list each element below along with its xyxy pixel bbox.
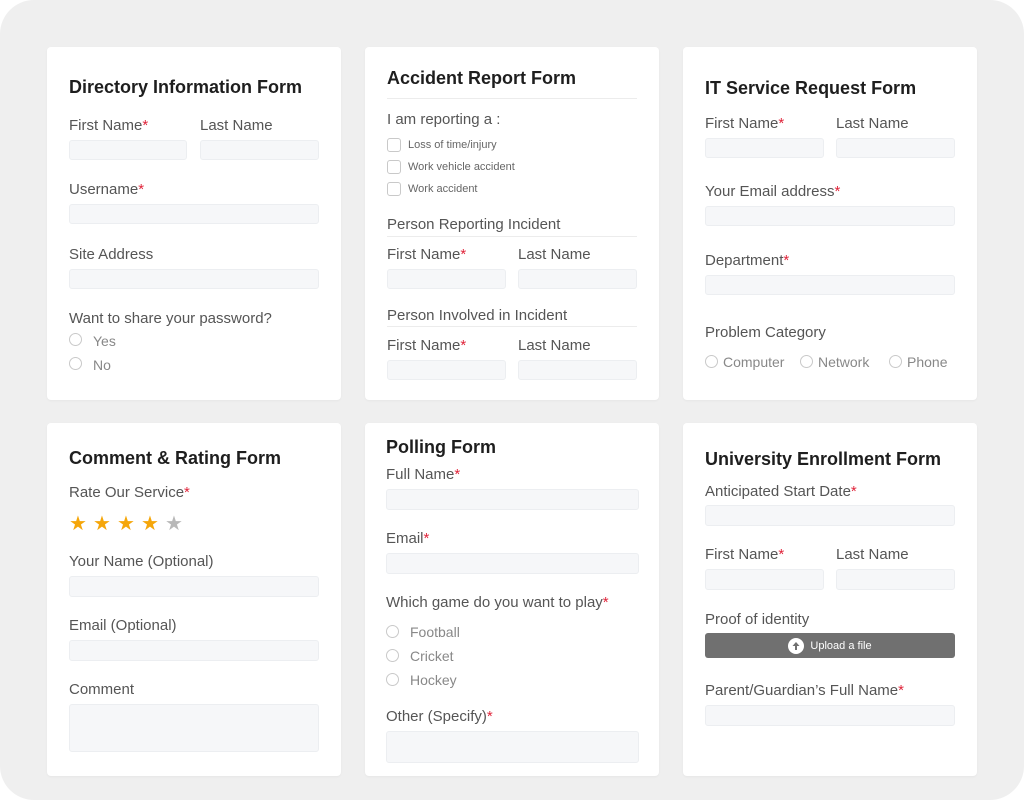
yes-radio[interactable] xyxy=(69,333,82,346)
form-title: Accident Report Form xyxy=(387,68,577,88)
form-title: Polling Form xyxy=(386,437,496,457)
reporter-last-name-label: Last Name xyxy=(518,246,591,263)
first-name-input[interactable] xyxy=(705,138,824,158)
upload-file-button[interactable]: Upload a file xyxy=(705,633,955,658)
your-name-input[interactable] xyxy=(69,576,319,597)
last-name-label: Last Name xyxy=(200,117,273,134)
yes-label: Yes xyxy=(93,333,116,349)
involved-section-heading: Person Involved in Incident xyxy=(387,307,568,324)
title-divider xyxy=(387,98,637,99)
page-background: Directory Information Form First Name* L… xyxy=(0,0,1024,800)
form-title: University Enrollment Form xyxy=(705,449,942,469)
username-input[interactable] xyxy=(69,204,319,224)
reporter-first-name-input[interactable] xyxy=(387,269,506,289)
involved-last-name-input[interactable] xyxy=(518,360,637,380)
guardian-name-input[interactable] xyxy=(705,705,955,726)
last-name-input[interactable] xyxy=(836,138,955,158)
star-rating[interactable]: ★ ★ ★ ★ ★ xyxy=(69,514,189,536)
username-label: Username* xyxy=(69,181,145,198)
work-vehicle-checkbox[interactable] xyxy=(387,160,401,174)
involved-first-name-label: First Name* xyxy=(387,337,467,354)
full-name-label: Full Name* xyxy=(386,466,461,483)
loss-of-time-checkbox[interactable] xyxy=(387,138,401,152)
directory-information-form: Directory Information Form First Name* L… xyxy=(47,47,341,400)
email-input[interactable] xyxy=(705,206,955,226)
last-name-input[interactable] xyxy=(836,569,955,590)
first-name-input[interactable] xyxy=(69,140,187,160)
star-icon[interactable]: ★ xyxy=(69,514,87,534)
comment-textarea[interactable] xyxy=(69,704,319,752)
accident-report-form: Accident Report Form I am reporting a : … xyxy=(365,47,659,400)
first-name-label: First Name* xyxy=(705,546,785,563)
computer-label: Computer xyxy=(723,354,785,370)
last-name-label: Last Name xyxy=(836,546,909,563)
game-question-label: Which game do you want to play* xyxy=(386,594,609,611)
first-name-input[interactable] xyxy=(705,569,824,590)
other-label: Other (Specify)* xyxy=(386,708,493,725)
site-address-input[interactable] xyxy=(69,269,319,289)
reporter-last-name-input[interactable] xyxy=(518,269,637,289)
form-title: Directory Information Form xyxy=(69,77,303,97)
star-icon[interactable]: ★ xyxy=(141,514,159,534)
comment-rating-form: Comment & Rating Form Rate Our Service* … xyxy=(47,423,341,776)
email-label: Email (Optional) xyxy=(69,617,177,634)
involved-last-name-label: Last Name xyxy=(518,337,591,354)
loss-of-time-label: Loss of time/injury xyxy=(408,139,497,151)
share-password-label: Want to share your password? xyxy=(69,310,272,327)
first-name-label: First Name* xyxy=(705,115,785,132)
section-divider xyxy=(387,236,637,237)
hockey-label: Hockey xyxy=(410,672,457,688)
other-input[interactable] xyxy=(386,731,639,763)
cricket-label: Cricket xyxy=(410,648,454,664)
upload-button-label: Upload a file xyxy=(810,639,872,652)
last-name-input[interactable] xyxy=(200,140,319,160)
reporter-first-name-label: First Name* xyxy=(387,246,467,263)
reporting-label: I am reporting a : xyxy=(387,111,501,128)
network-radio[interactable] xyxy=(800,355,813,368)
email-input[interactable] xyxy=(386,553,639,574)
guardian-name-label: Parent/Guardian’s Full Name* xyxy=(705,682,904,699)
cloud-upload-icon xyxy=(788,637,805,654)
your-name-label: Your Name (Optional) xyxy=(69,553,214,570)
it-service-request-form: IT Service Request Form First Name* Last… xyxy=(683,47,977,400)
computer-radio[interactable] xyxy=(705,355,718,368)
work-vehicle-label: Work vehicle accident xyxy=(408,161,515,173)
start-date-input[interactable] xyxy=(705,505,955,526)
comment-label: Comment xyxy=(69,681,135,698)
no-label: No xyxy=(93,357,111,373)
start-date-label: Anticipated Start Date* xyxy=(705,483,857,500)
first-name-label: First Name* xyxy=(69,117,149,134)
form-title: IT Service Request Form xyxy=(705,78,917,98)
department-input[interactable] xyxy=(705,275,955,295)
cricket-radio[interactable] xyxy=(386,649,399,662)
email-input[interactable] xyxy=(69,640,319,661)
email-label: Your Email address* xyxy=(705,183,841,200)
problem-category-label: Problem Category xyxy=(705,324,826,341)
email-label: Email* xyxy=(386,530,430,547)
network-label: Network xyxy=(818,354,870,370)
football-radio[interactable] xyxy=(386,625,399,638)
form-title: Comment & Rating Form xyxy=(69,448,282,468)
football-label: Football xyxy=(410,624,460,640)
rate-service-label: Rate Our Service* xyxy=(69,484,190,501)
reporting-section-heading: Person Reporting Incident xyxy=(387,216,561,233)
no-radio[interactable] xyxy=(69,357,82,370)
full-name-input[interactable] xyxy=(386,489,639,510)
site-address-label: Site Address xyxy=(69,246,154,263)
phone-label: Phone xyxy=(907,354,948,370)
involved-first-name-input[interactable] xyxy=(387,360,506,380)
phone-radio[interactable] xyxy=(889,355,902,368)
department-label: Department* xyxy=(705,252,790,269)
section-divider xyxy=(387,326,637,327)
university-enrollment-form: University Enrollment Form Anticipated S… xyxy=(683,423,977,776)
star-icon[interactable]: ★ xyxy=(165,514,183,534)
work-accident-label: Work accident xyxy=(408,183,478,195)
hockey-radio[interactable] xyxy=(386,673,399,686)
last-name-label: Last Name xyxy=(836,115,909,132)
star-icon[interactable]: ★ xyxy=(117,514,135,534)
polling-form: Polling Form Full Name* Email* Which gam… xyxy=(365,423,659,776)
proof-of-identity-label: Proof of identity xyxy=(705,611,810,628)
star-icon[interactable]: ★ xyxy=(93,514,111,534)
work-accident-checkbox[interactable] xyxy=(387,182,401,196)
